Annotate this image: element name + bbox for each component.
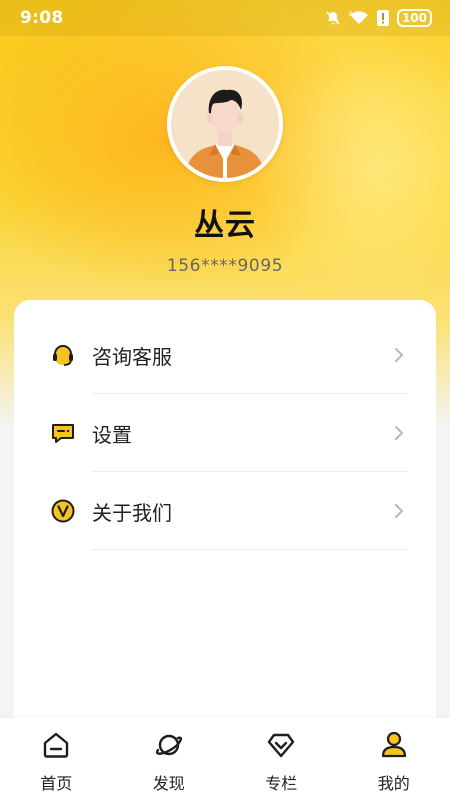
menu-item-about-us[interactable]: 关于我们 <box>14 472 436 550</box>
user-icon <box>379 730 409 764</box>
nav-tab-column[interactable]: 专栏 <box>225 718 338 800</box>
message-icon <box>50 420 76 446</box>
status-bar: 9:08 6 100 <box>0 0 450 36</box>
menu-item-label: 关于我们 <box>92 500 172 525</box>
menu-item-settings[interactable]: 设置 <box>14 394 436 472</box>
status-time: 9:08 <box>20 8 64 28</box>
menu-item-customer-service[interactable]: 咨询客服 <box>14 316 436 394</box>
chevron-right-icon <box>392 424 406 442</box>
nav-label: 发现 <box>152 774 185 793</box>
avatar[interactable] <box>167 66 283 182</box>
profile-name: 丛云 <box>194 208 256 243</box>
divider <box>92 549 408 550</box>
nav-tab-home[interactable]: 首页 <box>0 718 113 800</box>
menu-item-label: 设置 <box>92 422 132 447</box>
home-icon <box>41 730 71 764</box>
v-badge-icon <box>50 498 76 524</box>
status-icons: 6 100 <box>325 9 432 27</box>
nav-label: 我的 <box>377 774 410 793</box>
menu-item-label: 咨询客服 <box>92 344 172 369</box>
svg-text:6: 6 <box>349 11 353 18</box>
nav-label: 首页 <box>40 774 73 793</box>
avatar-image <box>171 70 279 178</box>
nav-tab-discover[interactable]: 发现 <box>113 718 226 800</box>
headset-icon <box>50 342 76 368</box>
wifi-icon: 6 <box>349 10 369 26</box>
mute-icon <box>325 10 341 26</box>
alert-icon <box>376 10 389 26</box>
bottom-nav: 首页 发现 专栏 我的 <box>0 718 450 800</box>
diamond-icon <box>266 730 296 764</box>
nav-tab-mine[interactable]: 我的 <box>338 718 450 800</box>
nav-label: 专栏 <box>265 774 298 793</box>
planet-icon <box>154 730 184 764</box>
chevron-right-icon <box>392 346 406 364</box>
battery-indicator: 100 <box>396 9 432 27</box>
chevron-right-icon <box>392 502 406 520</box>
profile-phone: 156****9095 <box>166 256 284 276</box>
menu-card: 咨询客服 设置 关于我们 <box>14 300 436 740</box>
profile-section: 丛云 156****9095 <box>0 66 450 276</box>
